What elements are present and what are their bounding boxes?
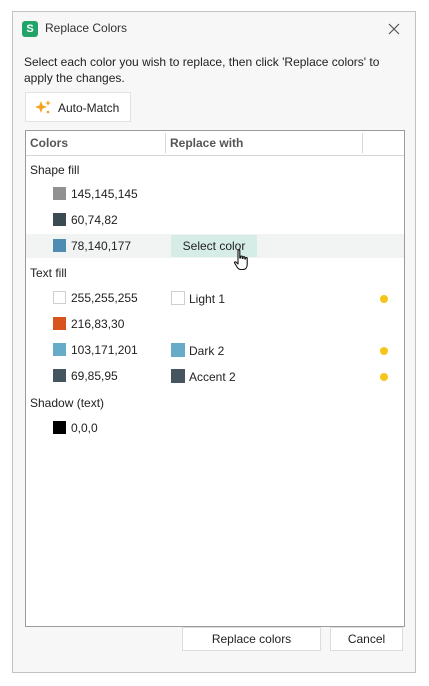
color-swatch <box>53 421 66 434</box>
table-row[interactable]: 216,83,30 <box>26 312 404 336</box>
modified-indicator-icon <box>380 295 388 303</box>
group-label-text-fill: Text fill <box>30 266 67 280</box>
replacement-swatch <box>171 369 185 383</box>
color-swatch <box>53 291 66 304</box>
title-bar: S Replace Colors <box>13 12 415 46</box>
close-icon[interactable] <box>384 19 404 39</box>
replacement-label: Dark 2 <box>189 344 225 358</box>
table-row[interactable]: 60,74,82 <box>26 208 404 232</box>
table-row[interactable]: 145,145,145 <box>26 182 404 206</box>
replacement-swatch <box>171 343 185 357</box>
replace-colors-dialog: S Replace Colors Select each color you w… <box>12 11 416 673</box>
instructions-text: Select each color you wish to replace, t… <box>24 55 380 85</box>
color-swatch <box>53 187 66 200</box>
color-value: 0,0,0 <box>71 421 98 435</box>
color-value: 145,145,145 <box>71 187 138 201</box>
replace-colors-button[interactable]: Replace colors <box>182 627 321 651</box>
header-replace-with: Replace with <box>170 136 244 150</box>
replacement-label: Light 1 <box>189 292 226 306</box>
color-value: 69,85,95 <box>71 369 118 383</box>
table-row-selected[interactable]: 78,140,177 Select color <box>26 234 404 258</box>
header-colors: Colors <box>30 136 69 150</box>
mouse-cursor-icon <box>233 249 248 271</box>
color-value: 60,74,82 <box>71 213 118 227</box>
header-divider[interactable] <box>165 133 166 153</box>
app-icon: S <box>22 21 38 37</box>
color-value: 103,171,201 <box>71 343 138 357</box>
color-swatch <box>53 343 66 356</box>
table-row[interactable]: 103,171,201 Dark 2 <box>26 338 404 362</box>
header-divider[interactable] <box>362 133 363 153</box>
color-value: 255,255,255 <box>71 291 138 305</box>
dialog-title: Replace Colors <box>45 21 128 35</box>
color-table: Colors Replace with Shape fill 145,145,1… <box>25 130 405 627</box>
color-swatch <box>53 213 66 226</box>
table-row[interactable]: 255,255,255 Light 1 <box>26 286 404 310</box>
table-row[interactable]: 69,85,95 Accent 2 <box>26 364 404 388</box>
sparkle-icon <box>35 100 51 114</box>
modified-indicator-icon <box>380 347 388 355</box>
color-value: 78,140,177 <box>71 239 132 253</box>
replacement-swatch <box>171 291 185 305</box>
auto-match-label: Auto-Match <box>58 101 120 115</box>
color-swatch <box>53 369 66 382</box>
group-label-shadow-text: Shadow (text) <box>30 396 105 410</box>
color-value: 216,83,30 <box>71 317 125 331</box>
auto-match-button[interactable]: Auto-Match <box>25 92 131 122</box>
replacement-label: Accent 2 <box>189 370 236 384</box>
modified-indicator-icon <box>380 373 388 381</box>
color-swatch <box>53 239 66 252</box>
color-swatch <box>53 317 66 330</box>
table-header: Colors Replace with <box>26 131 404 156</box>
table-row[interactable]: 0,0,0 <box>26 416 404 440</box>
group-label-shape-fill: Shape fill <box>30 163 80 177</box>
cancel-button[interactable]: Cancel <box>330 627 403 651</box>
